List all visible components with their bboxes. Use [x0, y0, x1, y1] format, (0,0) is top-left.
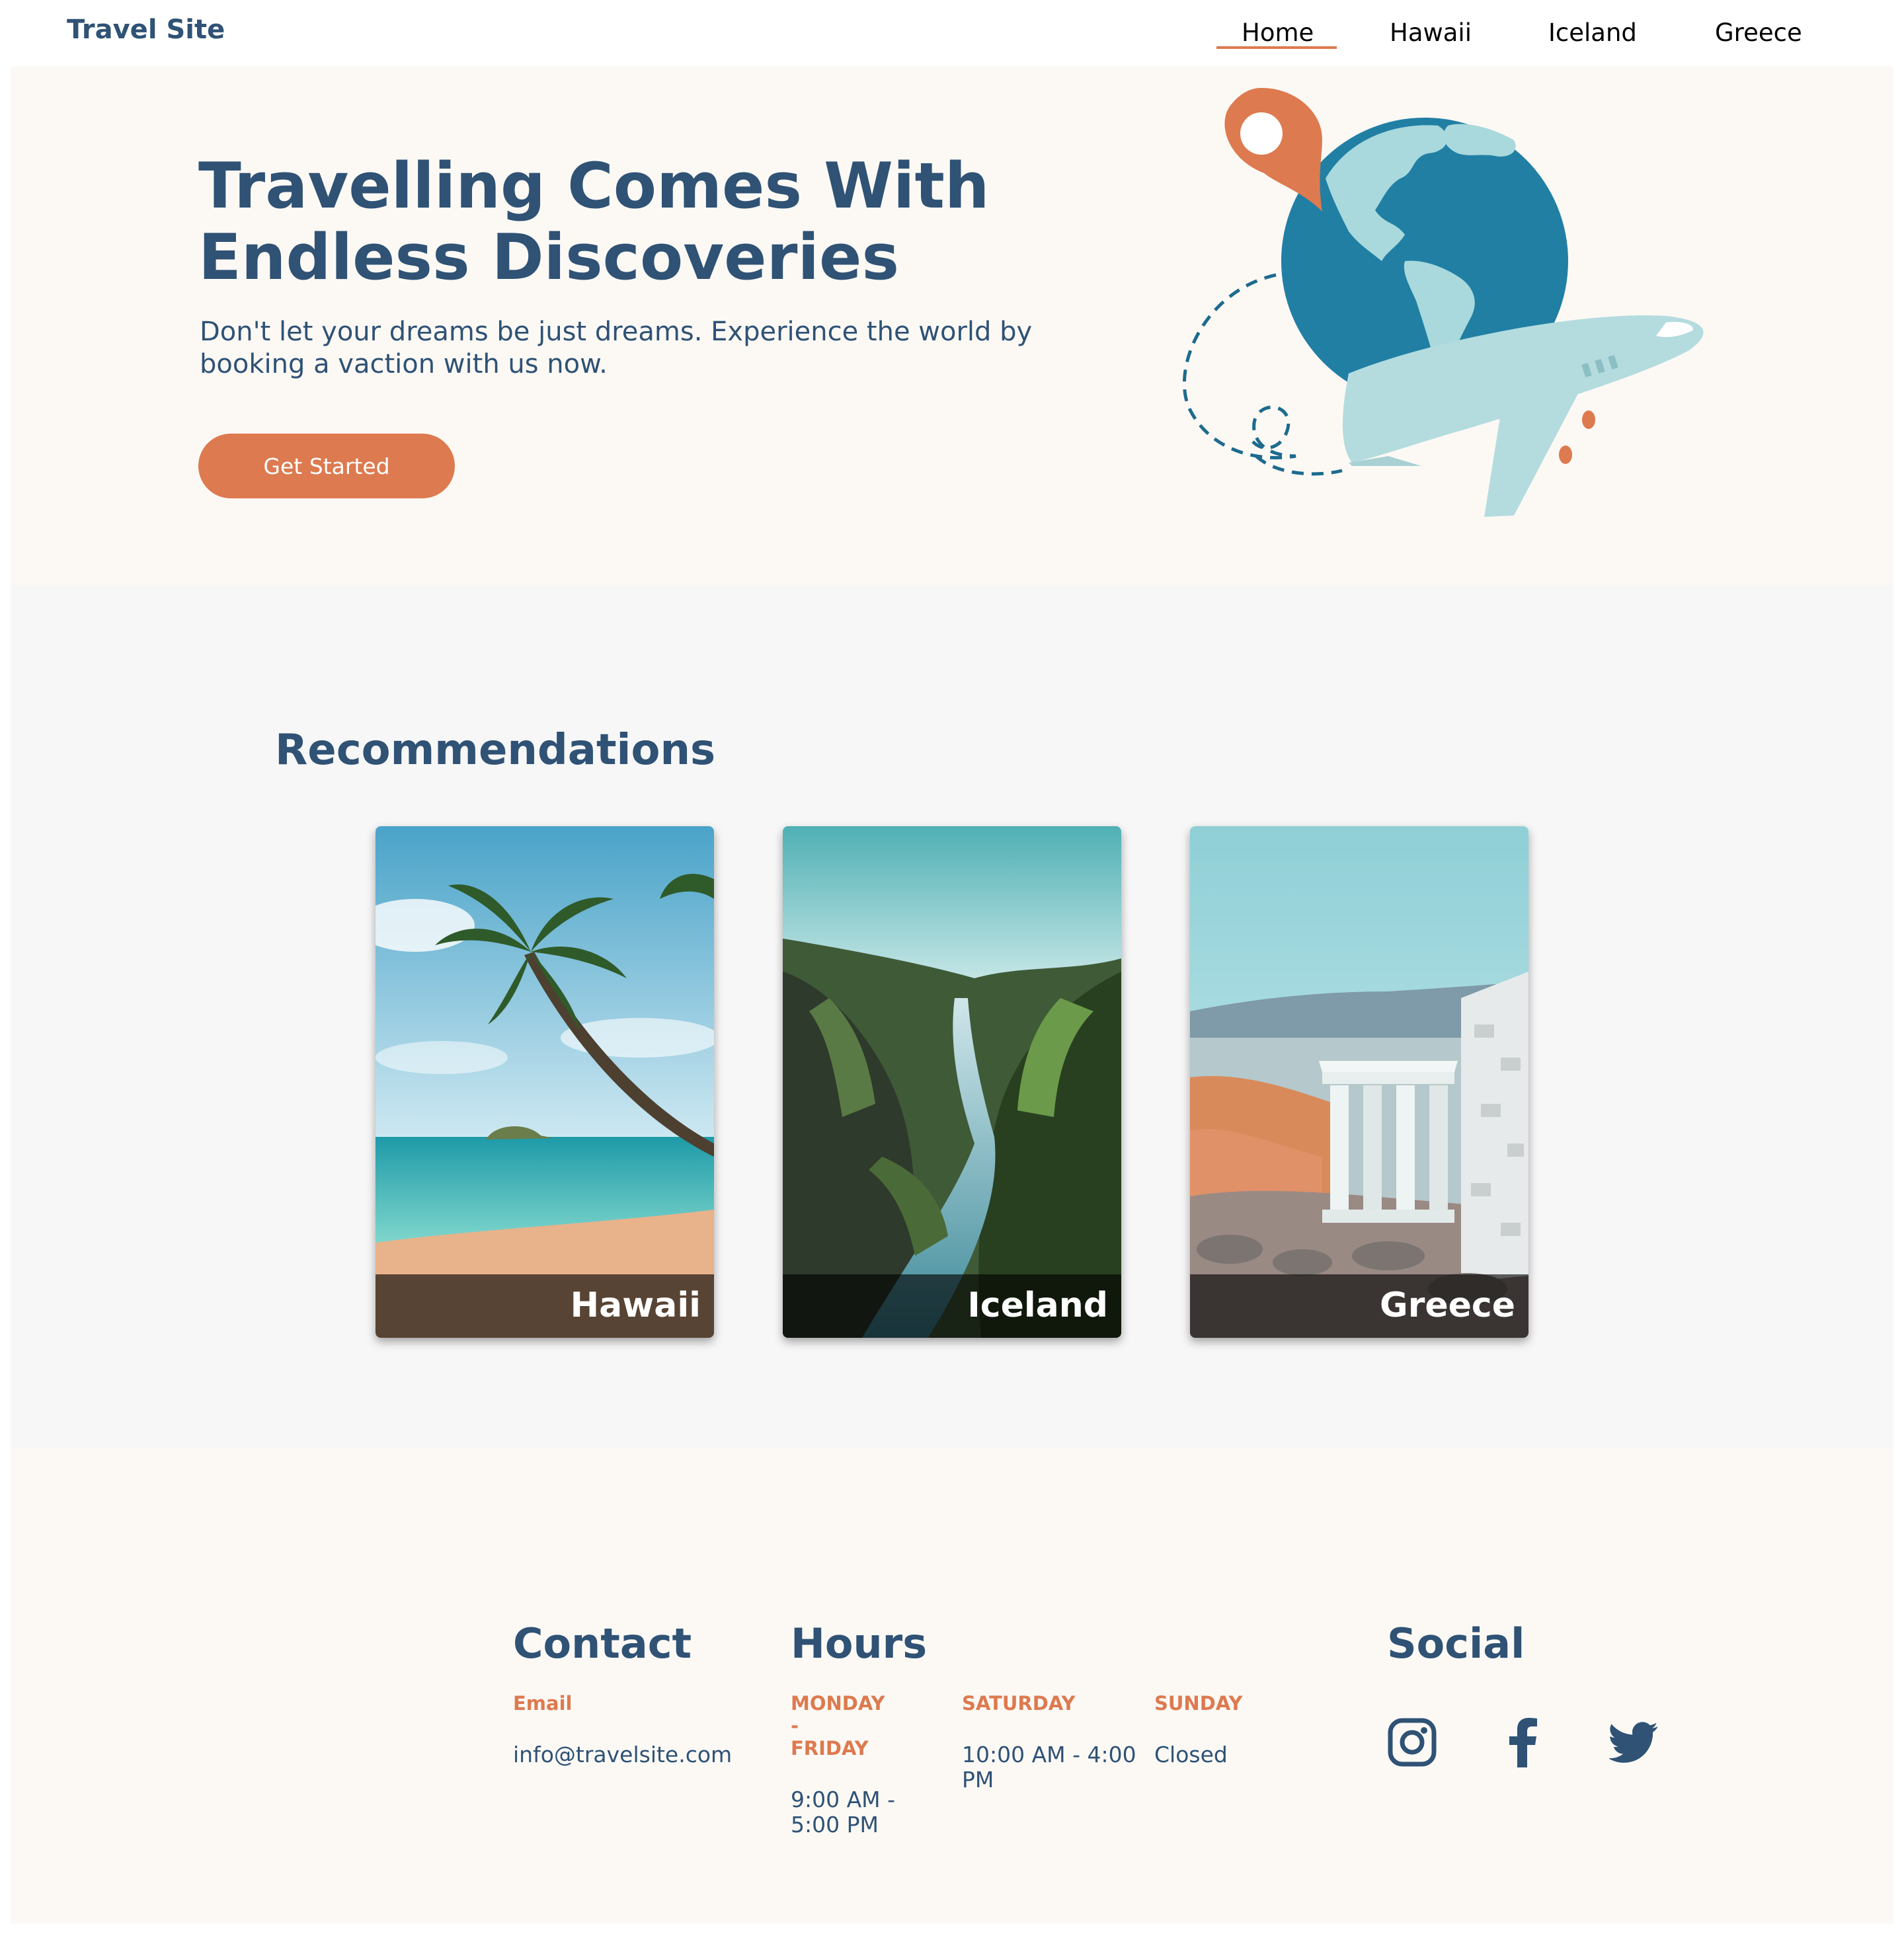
email-label: Email [513, 1692, 573, 1715]
hours-day-line: MONDAY [791, 1692, 885, 1715]
hours-time-weekdays: 9:00 AM - 5:00 PM [791, 1787, 895, 1837]
hero-subtitle-line-1: Don't let your dreams be just dreams. Ex… [200, 317, 1033, 347]
twitter-icon[interactable] [1609, 1717, 1659, 1767]
site-logo[interactable]: Travel Site [67, 15, 225, 45]
destination-card-iceland[interactable]: Iceland [783, 826, 1121, 1338]
hours-title: Hours [791, 1619, 928, 1668]
hero-title-line-2: Endless Discoveries [198, 221, 899, 294]
hours-day-sunday: SUNDAY [1154, 1692, 1243, 1715]
airplane-engine [1559, 445, 1572, 464]
globe-airplane-illustration [1183, 88, 1704, 517]
hours-time-line: 10:00 AM - 4:00 [962, 1742, 1136, 1767]
greece-temple-image [1190, 826, 1528, 1338]
hours-day-saturday: SATURDAY [962, 1692, 1076, 1715]
hours-time-line: PM [962, 1767, 994, 1793]
card-title-hawaii: Hawaii [570, 1286, 701, 1325]
hawaii-beach-image [376, 826, 714, 1338]
recommendations-title: Recommendations [275, 726, 716, 775]
iceland-canyon-image [783, 826, 1121, 1338]
card-title-iceland: Iceland [967, 1286, 1108, 1325]
hours-time-line: 9:00 AM - [791, 1787, 896, 1812]
location-pin-hole [1240, 112, 1283, 155]
hero-subtitle-line-2: booking a vaction with us now. [200, 349, 608, 379]
email-link[interactable]: info@travelsite.com [513, 1742, 732, 1767]
nav-link-hawaii[interactable]: Hawaii [1390, 19, 1472, 47]
airplane-engine [1582, 410, 1595, 429]
contact-title: Contact [513, 1619, 692, 1668]
nav-link-home[interactable]: Home [1242, 19, 1314, 47]
hours-time-saturday: 10:00 AM - 4:00 PM [962, 1742, 1136, 1793]
get-started-button[interactable]: Get Started [198, 434, 455, 498]
hours-time-sunday: Closed [1154, 1742, 1228, 1767]
footer-section [11, 1448, 1893, 1923]
hours-time-line: 5:00 PM [791, 1812, 879, 1837]
hours-day-line: - [791, 1715, 799, 1737]
nav-active-underline [1216, 46, 1337, 49]
hours-day-weekdays: MONDAY - FRIDAY [791, 1692, 885, 1760]
hero-subtitle: Don't let your dreams be just dreams. Ex… [200, 316, 1125, 381]
facebook-icon[interactable] [1499, 1717, 1550, 1767]
nav-link-greece[interactable]: Greece [1715, 19, 1802, 47]
hero-title: Travelling Comes With Endless Discoveries [198, 151, 1124, 293]
hero-title-line-1: Travelling Comes With [198, 150, 990, 223]
card-title-greece: Greece [1380, 1286, 1515, 1325]
instagram-icon[interactable] [1387, 1717, 1437, 1767]
nav-link-iceland[interactable]: Iceland [1548, 19, 1637, 47]
destination-card-hawaii[interactable]: Hawaii [376, 826, 714, 1338]
destination-card-greece[interactable]: Greece [1190, 826, 1528, 1338]
social-title: Social [1387, 1619, 1525, 1668]
hours-day-line: FRIDAY [791, 1737, 869, 1760]
